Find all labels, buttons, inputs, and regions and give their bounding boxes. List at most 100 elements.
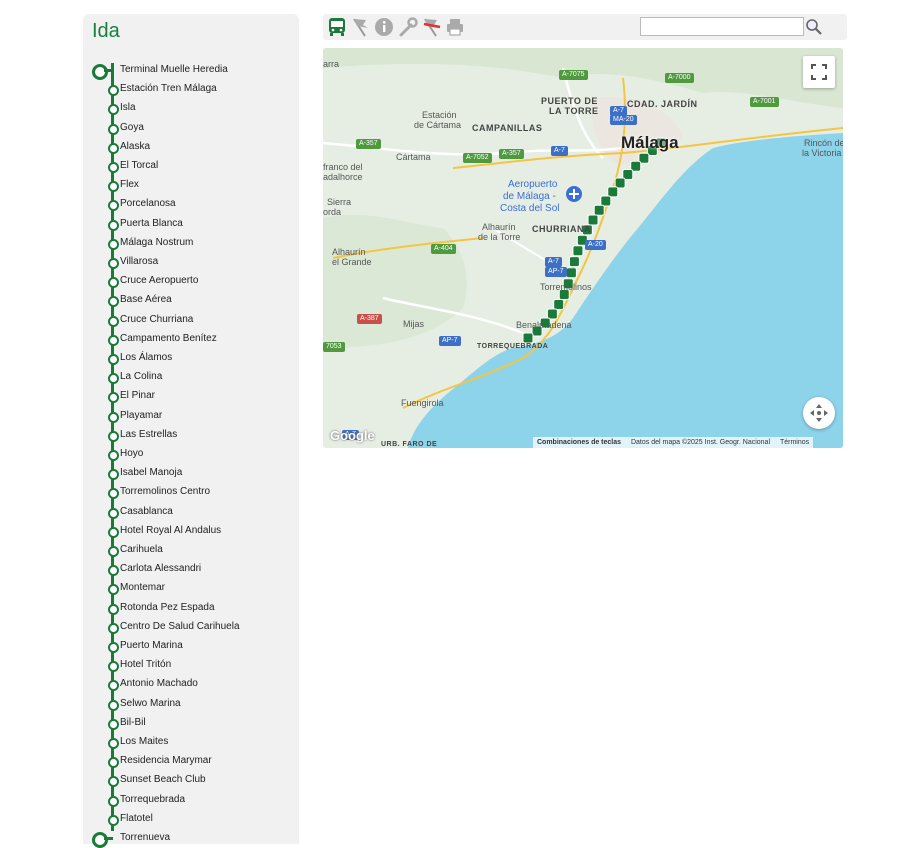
stop-marker-icon [92, 64, 108, 80]
label-puerto-torre-1: PUERTO DE [541, 96, 598, 106]
stop-name: Villarosa [120, 256, 159, 267]
stop-item[interactable]: Playamar [83, 408, 299, 426]
label-rincon-1: Rincón de [804, 138, 843, 148]
pan-control-button[interactable] [803, 397, 835, 429]
label-alhaurin-grande-2: el Grande [332, 257, 372, 267]
stop-item[interactable]: Villarosa [83, 254, 299, 272]
stops-panel: Ida Terminal Muelle Heredia Estación Tren… [83, 14, 299, 848]
stop-marker-icon [108, 315, 119, 327]
stop-marker-icon [108, 603, 119, 615]
stop-item[interactable]: Campamento Benítez [83, 331, 299, 349]
stop-item[interactable]: Cruce Churriana [83, 312, 299, 330]
bus-icon[interactable] [326, 16, 348, 38]
stop-item[interactable]: Isla [83, 100, 299, 118]
stop-marker-icon [108, 814, 119, 826]
stop-item[interactable]: El Torcal [83, 158, 299, 176]
stop-item[interactable]: Flatotel [83, 811, 299, 829]
wrench-icon[interactable] [397, 16, 419, 38]
road-a20: A-20 [585, 240, 606, 250]
stop-item[interactable]: Torrequebrada [83, 792, 299, 810]
stop-item[interactable]: La Colina [83, 369, 299, 387]
road-a7-3: A-7 [545, 257, 562, 267]
stop-name: La Colina [120, 371, 163, 383]
stop-item[interactable]: Residencia Marymar [83, 753, 299, 771]
stop-marker-icon [108, 526, 119, 538]
bus-marker-icon[interactable] [572, 245, 584, 257]
stop-item[interactable]: Málaga Nostrum [83, 235, 299, 253]
stop-item[interactable]: Los Álamos [83, 350, 299, 368]
stop-marker-icon [108, 622, 119, 634]
stop-item[interactable]: Selwo Marina [83, 696, 299, 714]
stop-item[interactable]: Montemar [83, 580, 299, 598]
stop-name: Los Maites [120, 736, 169, 747]
stop-item[interactable]: Los Maites [83, 734, 299, 752]
route-map[interactable]: Málaga PUERTO DE LA TORRE CDAD. JARDÍN C… [323, 48, 843, 448]
label-estacion-cartama-1: Estación [422, 110, 457, 120]
stop-item[interactable]: Cruce Aeropuerto [83, 273, 299, 291]
stop-item[interactable]: Terminal Muelle Heredia [83, 62, 299, 80]
search-input[interactable] [640, 17, 804, 36]
bus-marker-icon[interactable] [593, 204, 605, 216]
stop-marker-icon [108, 104, 119, 116]
alert-flag-icon[interactable] [421, 16, 443, 38]
stop-marker-icon [108, 565, 119, 577]
label-fuengirola: Fuengirola [401, 398, 444, 408]
stop-item[interactable]: Centro De Salud Carihuela [83, 619, 299, 637]
stop-item[interactable]: Hotel Royal Al Andalus [83, 523, 299, 541]
stop-name: Base Aérea [120, 294, 172, 306]
stop-item[interactable]: Torrenueva [83, 830, 299, 848]
label-aeropuerto-1: Aeropuerto [508, 179, 558, 190]
stop-item[interactable]: Antonio Machado [83, 676, 299, 694]
stop-item[interactable]: Flex [83, 177, 299, 195]
label-alhaurin-torre-1: Alhaurín [482, 222, 516, 232]
stop-item[interactable]: Carlota Alessandri [83, 561, 299, 579]
stop-item[interactable]: Hoyo [83, 446, 299, 464]
direction-title: Ida [92, 20, 120, 42]
bus-marker-icon[interactable] [568, 256, 580, 268]
stop-item[interactable]: Hotel Tritón [83, 657, 299, 675]
stop-item[interactable]: Base Aérea [83, 292, 299, 310]
stop-name: Cruce Churriana [120, 313, 194, 325]
stop-item[interactable]: Rotonda Pez Espada [83, 600, 299, 618]
stop-item[interactable]: Torremolinos Centro [83, 484, 299, 502]
stop-name: Hoyo [120, 448, 144, 459]
stop-item[interactable]: Puerta Blanca [83, 216, 299, 234]
stop-item[interactable]: Porcelanosa [83, 196, 299, 214]
stop-item[interactable]: Goya [83, 120, 299, 138]
stop-marker-icon [108, 776, 119, 788]
flag-icon[interactable] [350, 16, 372, 38]
stop-name: Alaska [120, 140, 151, 152]
stop-item[interactable]: Las Estrellas [83, 427, 299, 445]
terminal-connector [104, 837, 113, 840]
stop-marker-icon [108, 411, 119, 423]
bus-marker-icon[interactable] [607, 186, 619, 198]
bus-marker-icon[interactable] [553, 298, 565, 310]
print-icon[interactable] [444, 16, 466, 38]
bus-marker-icon[interactable] [600, 195, 612, 207]
stop-item[interactable]: Bil-Bil [83, 715, 299, 733]
pan-arrows-icon [810, 404, 828, 422]
stop-item[interactable]: Casablanca [83, 504, 299, 522]
stop-item[interactable]: Carihuela [83, 542, 299, 560]
stop-name: Isla [120, 102, 136, 114]
stop-item[interactable]: Puerto Marina [83, 638, 299, 656]
keyboard-shortcuts-link[interactable]: Combinaciones de teclas [533, 439, 625, 446]
label-aeropuerto-2: de Málaga - [503, 191, 556, 202]
terminal-connector [104, 69, 113, 72]
info-icon[interactable] [373, 16, 395, 38]
label-sierra-1: Sierra [327, 197, 352, 207]
label-alhaurin-torre-2: de la Torre [478, 232, 521, 242]
stop-marker-icon [108, 142, 119, 154]
stop-marker-icon [108, 296, 119, 308]
fullscreen-button[interactable] [803, 56, 835, 88]
terms-link[interactable]: Términos [776, 439, 813, 446]
stop-item[interactable]: Isabel Manoja [83, 465, 299, 483]
stop-item[interactable]: Estación Tren Málaga [83, 81, 299, 99]
road-ma20: MA-20 [610, 115, 637, 125]
bus-marker-icon[interactable] [565, 267, 577, 279]
magnifier-icon[interactable] [804, 17, 824, 37]
stop-item[interactable]: Alaska [83, 139, 299, 157]
stop-item[interactable]: Sunset Beach Club [83, 772, 299, 790]
stop-marker-icon [108, 738, 119, 749]
stop-item[interactable]: El Pinar [83, 388, 299, 406]
